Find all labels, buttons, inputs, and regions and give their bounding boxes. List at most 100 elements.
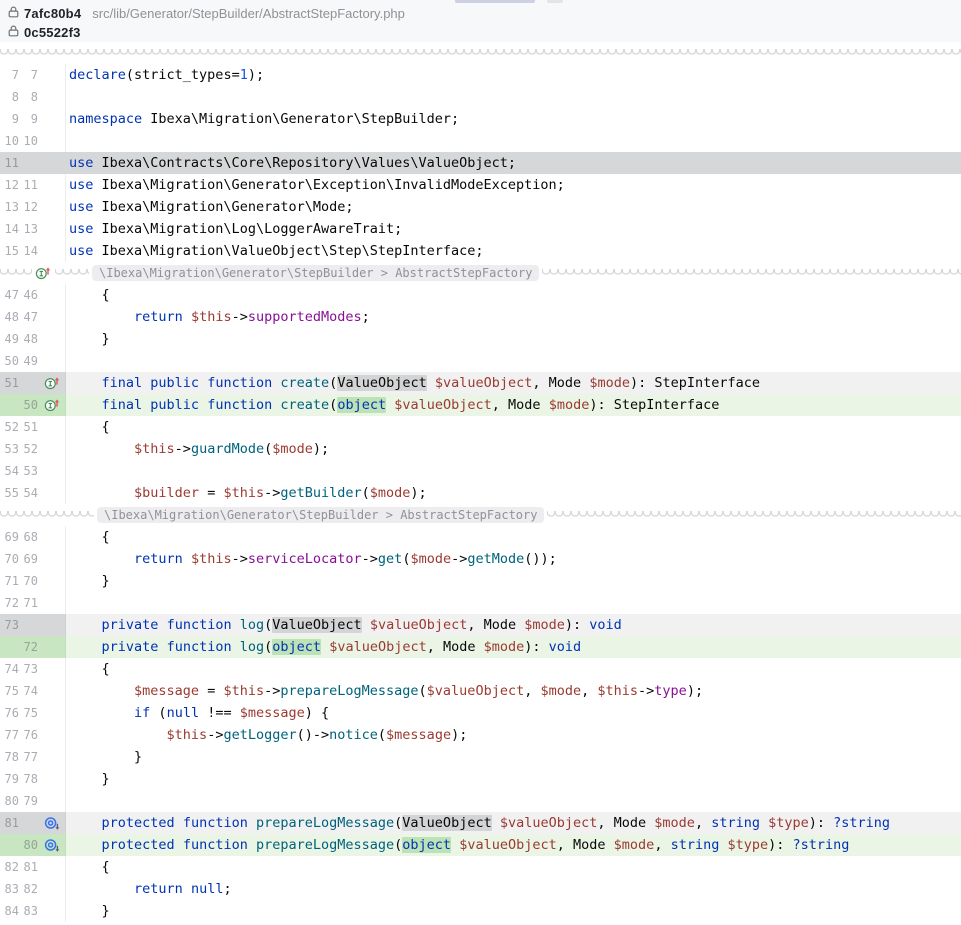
commit-hash-old: 7afc80b4 — [24, 6, 81, 21]
code-line[interactable]: $builder = $this->getBuilder($mode); — [66, 482, 961, 504]
code-line[interactable] — [66, 350, 961, 372]
code-line[interactable]: } — [66, 768, 961, 790]
line-number-new: 14 — [19, 240, 38, 262]
code-line[interactable]: } — [66, 900, 961, 922]
code-line[interactable]: private function log(object $valueObject… — [66, 636, 961, 658]
gutter-icon-slot — [38, 680, 65, 702]
gutter-icon-slot — [38, 570, 65, 592]
code-line[interactable] — [66, 130, 961, 152]
diff-line: 8281 { — [0, 856, 961, 878]
code-line[interactable]: protected function prepareLogMessage(Val… — [66, 812, 961, 834]
code-line[interactable]: return null; — [66, 878, 961, 900]
code-line[interactable]: final public function create(object $val… — [66, 394, 961, 416]
diff-line: 7473 { — [0, 658, 961, 680]
wavy-divider — [55, 269, 89, 277]
diff-line: 7877 } — [0, 746, 961, 768]
line-number-new: 73 — [19, 658, 38, 680]
diff-line: 4746 { — [0, 284, 961, 306]
line-number-new: 70 — [19, 570, 38, 592]
code-line[interactable]: { — [66, 856, 961, 878]
line-number-new: 82 — [19, 878, 38, 900]
diff-line: 51 final public function create(ValueObj… — [0, 372, 961, 394]
line-number-old: 9 — [0, 108, 19, 130]
line-number-new: 80 — [19, 834, 38, 856]
implements-icon[interactable] — [32, 266, 55, 280]
code-line[interactable]: { — [66, 526, 961, 548]
collapsed-region-breadcrumb[interactable]: \Ibexa\Migration\Generator\StepBuilder >… — [92, 265, 539, 281]
implements-icon[interactable] — [38, 372, 65, 394]
code-line[interactable]: $message = $this->prepareLogMessage($val… — [66, 680, 961, 702]
wavy-divider — [0, 511, 94, 519]
line-number-new: 69 — [19, 548, 38, 570]
line-number-new — [19, 372, 38, 394]
code-line[interactable]: return $this->serviceLocator->get($mode-… — [66, 548, 961, 570]
code-line[interactable]: private function log(ValueObject $valueO… — [66, 614, 961, 636]
code-line[interactable]: } — [66, 746, 961, 768]
diff-header: 7afc80b4 src/lib/Generator/StepBuilder/A… — [0, 0, 961, 42]
code-line[interactable]: $this->getLogger()->notice($message); — [66, 724, 961, 746]
code-line[interactable] — [66, 460, 961, 482]
gutter-icon-slot — [38, 438, 65, 460]
line-number-new: 7 — [19, 64, 38, 86]
line-number-old: 14 — [0, 218, 19, 240]
code-line[interactable]: { — [66, 284, 961, 306]
code-line[interactable] — [66, 86, 961, 108]
code-line[interactable]: use Ibexa\Migration\Generator\Exception\… — [66, 174, 961, 196]
code-line[interactable]: declare(strict_types=1); — [66, 64, 961, 86]
line-number-new: 77 — [19, 746, 38, 768]
code-line[interactable]: $this->guardMode($mode); — [66, 438, 961, 460]
gutter-icon-slot — [38, 658, 65, 680]
diff-gutter: 5049 — [0, 350, 66, 372]
code-line[interactable]: use Ibexa\Migration\Generator\Mode; — [66, 196, 961, 218]
line-number-new — [19, 152, 38, 174]
collapsed-region-breadcrumb[interactable]: \Ibexa\Migration\Generator\StepBuilder >… — [97, 507, 544, 523]
diff-line: 81 protected function prepareLogMessage(… — [0, 812, 961, 834]
implements-icon[interactable] — [38, 394, 65, 416]
diff-line: 5352 $this->guardMode($mode); — [0, 438, 961, 460]
line-number-new: 79 — [19, 790, 38, 812]
overridden-icon[interactable] — [38, 834, 65, 856]
diff-gutter: 5453 — [0, 460, 66, 482]
ui-fragment — [547, 0, 563, 3]
diff-line: 5554 $builder = $this->getBuilder($mode)… — [0, 482, 961, 504]
code-line[interactable]: if (null !== $message) { — [66, 702, 961, 724]
diff-line: 7574 $message = $this->prepareLogMessage… — [0, 680, 961, 702]
diff-gutter: 7675 — [0, 702, 66, 724]
code-line[interactable]: final public function create(ValueObject… — [66, 372, 961, 394]
code-line[interactable]: { — [66, 658, 961, 680]
code-line[interactable] — [66, 790, 961, 812]
code-line[interactable]: protected function prepareLogMessage(obj… — [66, 834, 961, 856]
diff-gutter: 7877 — [0, 746, 66, 768]
code-line[interactable]: use Ibexa\Contracts\Core\Repository\Valu… — [66, 152, 961, 174]
line-number-old: 49 — [0, 328, 19, 350]
diff-gutter: 5352 — [0, 438, 66, 460]
line-number-new: 83 — [19, 900, 38, 922]
line-number-new: 13 — [19, 218, 38, 240]
diff-line: 4948 } — [0, 328, 961, 350]
code-line[interactable]: use Ibexa\Migration\ValueObject\Step\Ste… — [66, 240, 961, 262]
diff-gutter: 73 — [0, 614, 66, 636]
code-line[interactable]: } — [66, 328, 961, 350]
code-line[interactable]: namespace Ibexa\Migration\Generator\Step… — [66, 108, 961, 130]
diff-gutter: 11 — [0, 152, 66, 174]
code-line[interactable]: } — [66, 570, 961, 592]
diff-line: 7675 if (null !== $message) { — [0, 702, 961, 724]
diff-gutter: 8483 — [0, 900, 66, 922]
line-number-new: 46 — [19, 284, 38, 306]
diff-gutter: 7473 — [0, 658, 66, 680]
gutter-icon-slot — [38, 702, 65, 724]
gutter-icon-slot — [38, 460, 65, 482]
overridden-icon[interactable] — [38, 812, 65, 834]
diff-line: 5453 — [0, 460, 961, 482]
code-line[interactable] — [66, 592, 961, 614]
line-number-new: 71 — [19, 592, 38, 614]
collapsed-region-separator: \Ibexa\Migration\Generator\StepBuilder >… — [0, 262, 961, 284]
line-number-old: 48 — [0, 306, 19, 328]
line-number-new: 49 — [19, 350, 38, 372]
code-line[interactable]: { — [66, 416, 961, 438]
diff-line: 80 protected function prepareLogMessage(… — [0, 834, 961, 856]
line-number-new: 74 — [19, 680, 38, 702]
code-line[interactable]: return $this->supportedModes; — [66, 306, 961, 328]
line-number-new: 10 — [19, 130, 38, 152]
code-line[interactable]: use Ibexa\Migration\Log\LoggerAwareTrait… — [66, 218, 961, 240]
